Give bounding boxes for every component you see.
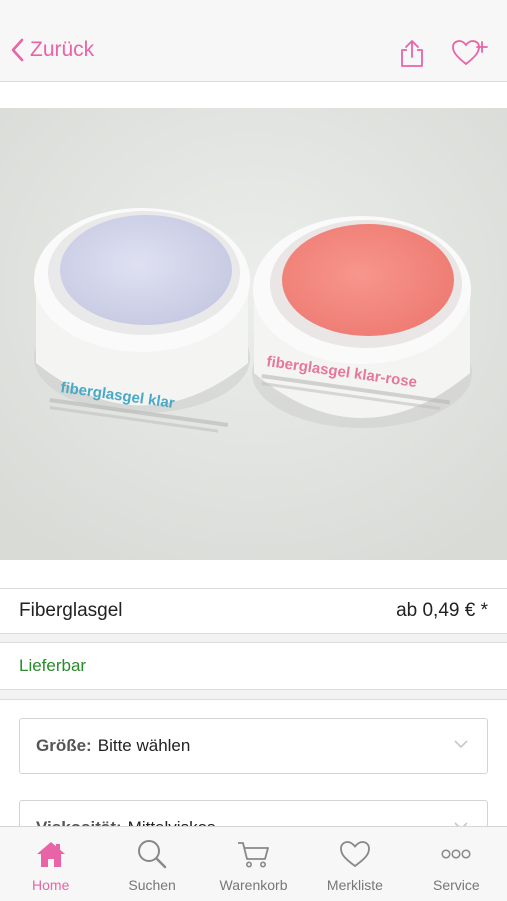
size-select-value: Bitte wählen <box>97 736 191 755</box>
heart-plus-icon[interactable] <box>451 38 489 68</box>
size-select[interactable]: Größe: Bitte wählen <box>19 718 488 774</box>
home-icon <box>36 842 65 867</box>
chevron-down-icon <box>454 740 468 749</box>
tab-home[interactable]: Home <box>0 827 101 901</box>
share-icon[interactable] <box>399 38 425 68</box>
tab-label: Warenkorb <box>219 877 288 893</box>
tab-service[interactable]: Service <box>406 827 507 901</box>
spacer <box>0 560 507 588</box>
search-icon <box>138 840 167 869</box>
chevron-left-icon <box>11 38 24 62</box>
tab-cart[interactable]: Warenkorb <box>203 827 304 901</box>
heart-icon <box>340 841 370 868</box>
product-price: ab 0,49 € * <box>396 600 488 621</box>
availability-row: Lieferbar <box>0 642 507 690</box>
tab-label: Home <box>32 877 70 893</box>
back-label: Zurück <box>30 38 95 61</box>
tab-wishlist[interactable]: Merkliste <box>304 827 405 901</box>
product-title-row: Fiberglasgel ab 0,49 € * <box>0 588 507 634</box>
tab-label: Merkliste <box>326 877 383 893</box>
tab-label: Suchen <box>128 877 176 893</box>
bottom-tab-bar: Home Suchen Warenkorb Merkliste Service <box>0 826 507 901</box>
size-select-label: Größe: <box>36 736 92 755</box>
back-button[interactable]: Zurück <box>10 38 94 62</box>
variant-options: Größe: Bitte wählen Viskosität: Mittelvi… <box>0 699 507 830</box>
top-navigation-bar: Zurück <box>0 0 507 82</box>
more-icon <box>441 849 471 859</box>
product-photo: fiberglasgel klar fiberglasgel klar-rose <box>0 108 507 560</box>
cart-icon <box>237 842 269 868</box>
tab-search[interactable]: Suchen <box>101 827 202 901</box>
product-name: Fiberglasgel <box>19 600 123 621</box>
jar-right: fiberglasgel klar-rose <box>252 216 472 428</box>
availability-status: Lieferbar <box>19 656 87 675</box>
product-image[interactable]: fiberglasgel klar fiberglasgel klar-rose <box>0 108 507 560</box>
spacer <box>0 82 507 108</box>
tab-label: Service <box>432 877 480 893</box>
